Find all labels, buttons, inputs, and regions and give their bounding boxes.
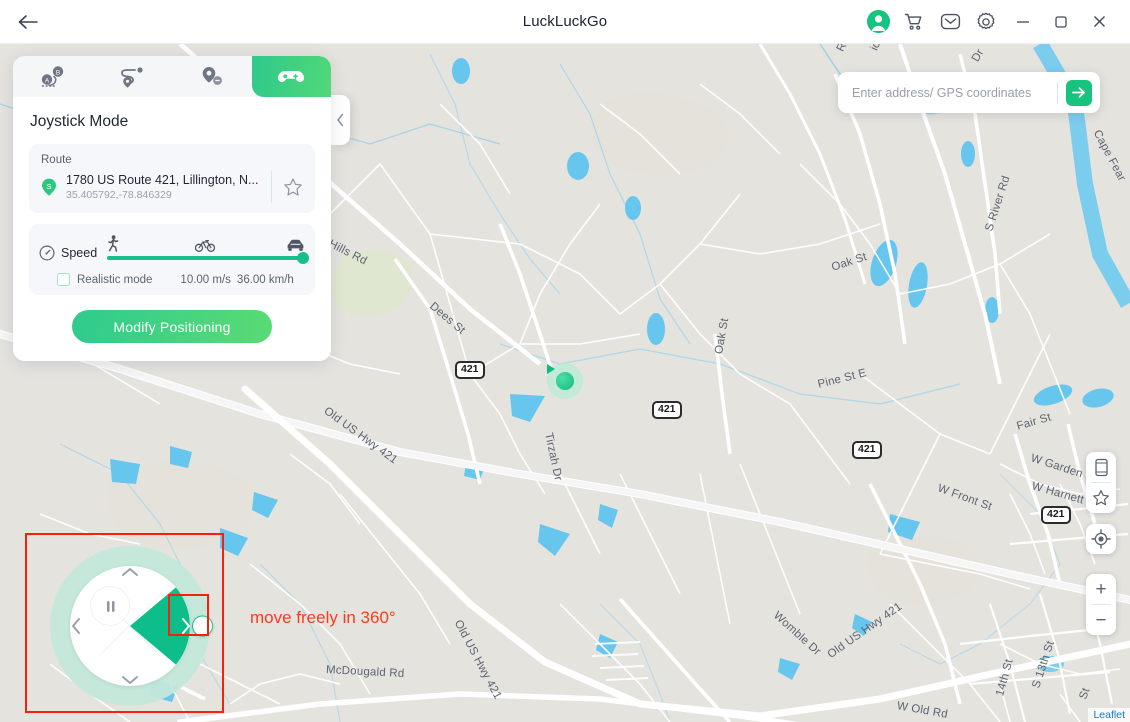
- arrow-right-icon: [1072, 87, 1085, 98]
- chevron-left-icon: [337, 113, 344, 127]
- joystick-drag-handle[interactable]: [192, 615, 213, 637]
- search-input[interactable]: [838, 85, 1057, 100]
- account-avatar-icon: [866, 10, 890, 33]
- mobile-phone-icon: [1094, 458, 1108, 476]
- speed-value-kmh: 36.00 km/h: [236, 273, 294, 286]
- mail-button[interactable]: [934, 6, 966, 38]
- joystick-highlight-box: [25, 533, 224, 713]
- speed-card: Speed Realistic mode 10.00 m/s 36.00 km/…: [29, 224, 315, 295]
- speed-label: Speed: [61, 246, 98, 260]
- gear-settings-icon: [977, 12, 995, 29]
- svg-text:A: A: [45, 77, 50, 84]
- address-search-box[interactable]: [838, 72, 1100, 113]
- mode-panel: B A Joystick Mode Route S 1780 US Route …: [13, 56, 331, 361]
- joystick-inner-disc[interactable]: [70, 566, 190, 686]
- back-button[interactable]: [0, 0, 56, 44]
- joystick-pause-button[interactable]: [90, 586, 130, 626]
- zoom-in-button[interactable]: +: [1086, 574, 1116, 604]
- map-control-group-top: [1086, 452, 1116, 513]
- zoom-control-group: + −: [1086, 574, 1116, 635]
- walk-icon: [108, 235, 119, 252]
- luckluckgo-window: LuckLuckGo Cape Fear Dr S River Rd Oak S…: [0, 0, 1130, 722]
- title-bar: LuckLuckGo: [0, 0, 1130, 44]
- tab-teleport-mode[interactable]: B A: [13, 56, 93, 97]
- route-section-label: Route: [41, 154, 72, 166]
- panel-collapse-toggle[interactable]: [331, 95, 350, 145]
- speed-row: Speed: [39, 232, 309, 264]
- route-divider: [271, 171, 272, 203]
- tab-joystick-mode[interactable]: [251, 56, 331, 97]
- close-button[interactable]: [1082, 0, 1116, 44]
- pause-icon: [106, 600, 114, 612]
- search-submit-button[interactable]: [1066, 79, 1092, 106]
- panel-body: Joystick Mode Route S 1780 US Route 421,…: [13, 97, 331, 361]
- device-button[interactable]: [1086, 452, 1116, 482]
- speed-values-row: Realistic mode 10.00 m/s 36.00 km/h: [39, 273, 303, 286]
- shopping-cart-icon: [904, 13, 922, 30]
- speed-slider[interactable]: [107, 232, 309, 264]
- tab-two-spot-route-mode[interactable]: [172, 56, 252, 97]
- tab-multi-stop-route-mode[interactable]: [93, 56, 173, 97]
- mail-envelope-icon: [940, 13, 960, 30]
- locate-me-button[interactable]: [1086, 524, 1116, 554]
- joystick-annotation-text: move freely in 360°: [250, 608, 396, 627]
- realistic-mode-label: Realistic mode: [77, 273, 153, 286]
- joystick-control[interactable]: [50, 546, 213, 706]
- zoom-out-label: −: [1095, 609, 1107, 631]
- route-address: 1780 US Route 421, Lillington, N...: [66, 173, 259, 187]
- right-chevron-icon[interactable]: [180, 617, 192, 635]
- start-pin-letter: S: [46, 182, 51, 191]
- left-chevron-icon[interactable]: [70, 617, 82, 635]
- account-avatar-button[interactable]: [862, 6, 894, 38]
- star-outline-icon: [1093, 490, 1109, 506]
- position-dot: [556, 372, 574, 390]
- mode-tabs: B A: [13, 56, 331, 97]
- route-row[interactable]: S 1780 US Route 421, Lillington, N... 35…: [41, 171, 303, 203]
- speed-slider-track[interactable]: [107, 252, 309, 264]
- shopping-cart-button[interactable]: [898, 6, 930, 38]
- speed-slider-knob[interactable]: [297, 252, 309, 264]
- speed-value-ms: 10.00 m/s: [180, 273, 231, 286]
- ab-pins-icon: B A: [41, 65, 63, 87]
- titlebar-actions: [862, 0, 1130, 44]
- position-heading-arrow-icon: [547, 364, 555, 374]
- close-icon: [1093, 16, 1105, 27]
- route-start-marker: S: [41, 178, 57, 196]
- up-chevron-icon[interactable]: [121, 566, 139, 578]
- svg-text:B: B: [56, 69, 60, 76]
- crosshair-locate-icon: [1091, 529, 1111, 549]
- leaflet-attribution-link[interactable]: Leaflet: [1088, 708, 1130, 722]
- zoom-out-button[interactable]: −: [1086, 605, 1116, 635]
- minimize-button[interactable]: [1006, 0, 1040, 44]
- arrow-left-icon: [18, 14, 38, 29]
- settings-button[interactable]: [970, 6, 1002, 38]
- bike-icon: [195, 240, 216, 252]
- route-multi-stop-icon: [121, 66, 143, 88]
- route-favorite-star-icon[interactable]: [283, 177, 303, 197]
- gamepad-icon: [278, 70, 305, 82]
- minimize-icon: [1017, 20, 1029, 23]
- maximize-icon: [1055, 15, 1067, 28]
- panel-title: Joystick Mode: [30, 113, 129, 130]
- current-position-marker[interactable]: [547, 363, 583, 399]
- maximize-button[interactable]: [1044, 0, 1078, 44]
- two-spot-pin-icon: [202, 66, 222, 85]
- realistic-mode-checkbox[interactable]: [57, 273, 70, 286]
- favorites-button[interactable]: [1086, 483, 1116, 513]
- start-pin-icon: S: [42, 178, 56, 196]
- route-card: Route S 1780 US Route 421, Lillington, N…: [29, 144, 315, 213]
- car-icon: [287, 239, 304, 251]
- speed-slider-fill: [107, 256, 303, 260]
- down-chevron-icon[interactable]: [121, 674, 139, 686]
- modify-positioning-button[interactable]: Modify Positioning: [72, 310, 272, 343]
- zoom-in-label: +: [1095, 578, 1107, 600]
- route-text: 1780 US Route 421, Lillington, N... 35.4…: [66, 173, 265, 201]
- speed-mode-icons: [107, 232, 304, 252]
- speedometer-icon: [39, 245, 55, 261]
- route-coordinates: 35.405792,-78.846329: [66, 189, 172, 201]
- search-divider: [1057, 81, 1058, 104]
- speed-label-group: Speed: [39, 245, 97, 264]
